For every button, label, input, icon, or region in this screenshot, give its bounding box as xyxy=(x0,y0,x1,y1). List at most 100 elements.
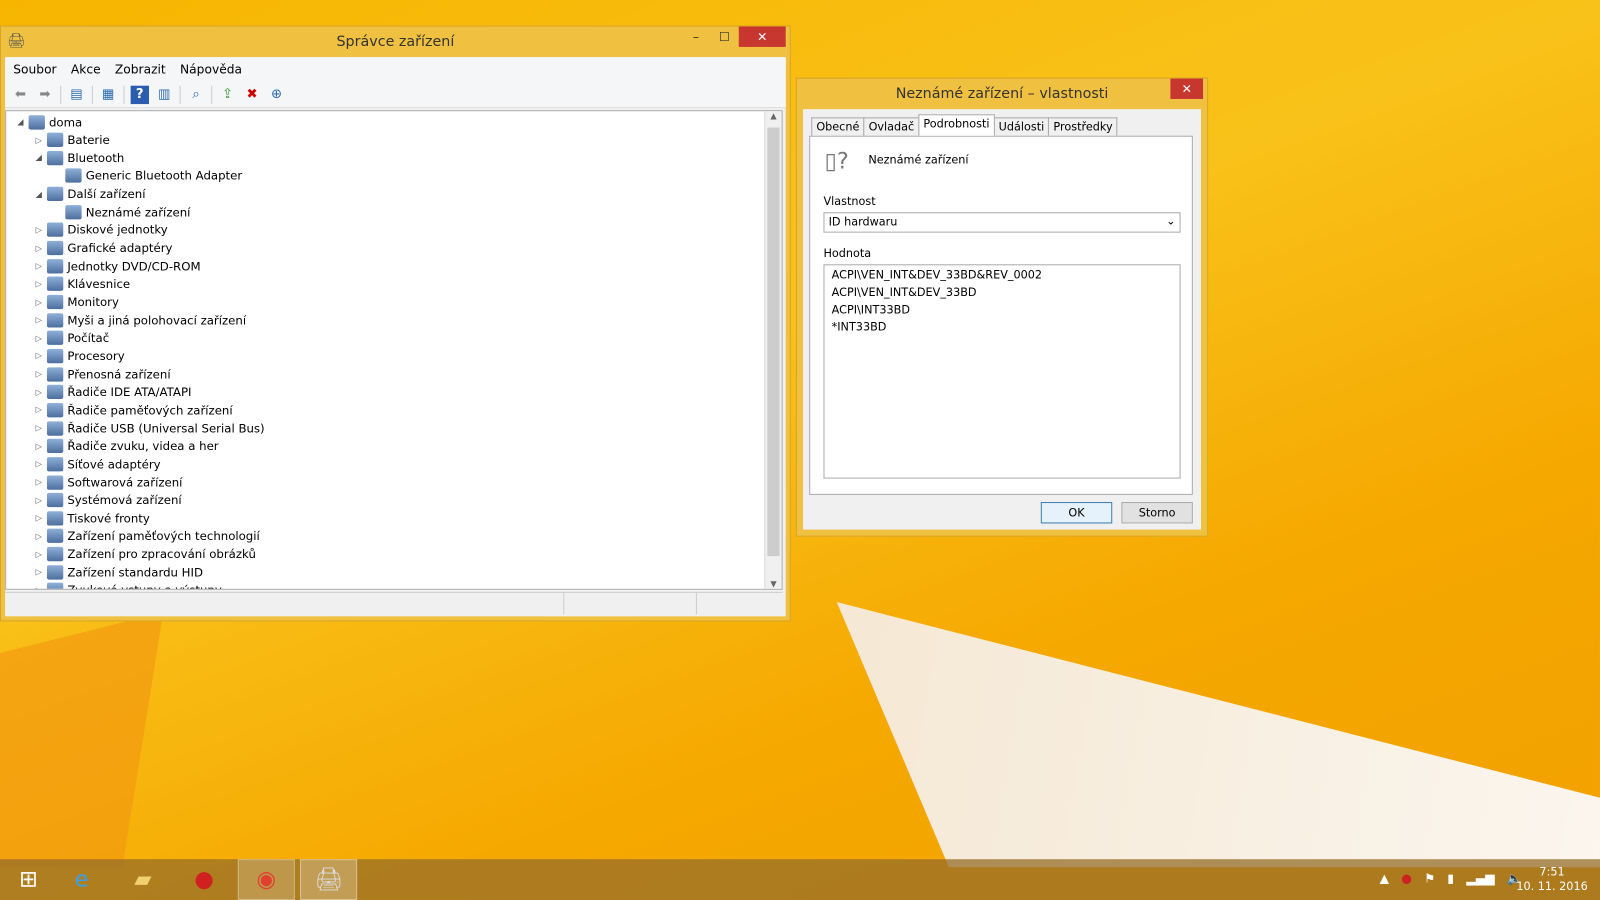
collapsed-arrow-icon[interactable]: ▷ xyxy=(33,532,45,541)
clock[interactable]: 7:51 10. 11. 2016 xyxy=(1516,865,1587,894)
tree-node[interactable]: ▷ Jednotky DVD/CD-ROM xyxy=(33,257,201,274)
collapsed-arrow-icon[interactable]: ▷ xyxy=(33,514,45,523)
menu-zobrazit[interactable]: Zobrazit xyxy=(115,62,166,76)
collapsed-arrow-icon[interactable]: ▷ xyxy=(33,333,45,342)
list-item[interactable]: ACPI\VEN_INT&DEV_33BD&REV_0002 xyxy=(832,268,1173,285)
collapsed-arrow-icon[interactable]: ▷ xyxy=(33,460,45,469)
collapsed-arrow-icon[interactable]: ▷ xyxy=(33,135,45,144)
collapsed-arrow-icon[interactable]: ▷ xyxy=(33,424,45,433)
tree-node[interactable]: ▷ Zvukové vstupy a výstupy xyxy=(33,582,222,589)
tree-node[interactable]: ▷ Řadiče USB (Universal Serial Bus) xyxy=(33,419,265,436)
scan-hardware-icon[interactable]: ⌕ xyxy=(187,85,205,103)
collapsed-arrow-icon[interactable]: ▷ xyxy=(33,279,45,288)
title-bar[interactable]: 🖨 Správce zařízení – ☐ ✕ xyxy=(1,26,790,58)
app-red-icon[interactable]: ● xyxy=(176,859,233,900)
collapsed-arrow-icon[interactable]: ▷ xyxy=(33,261,45,270)
back-icon[interactable]: ⬅ xyxy=(11,85,29,103)
internet-explorer-icon[interactable]: e xyxy=(53,859,110,900)
dialog-title-bar[interactable]: Neznámé zařízení – vlastnosti ✕ xyxy=(797,78,1207,110)
list-item[interactable]: *INT33BD xyxy=(832,320,1173,337)
uninstall-icon[interactable]: ✖ xyxy=(243,85,261,103)
tree-node[interactable]: ◢ Další zařízení xyxy=(33,185,145,202)
scrollbar-thumb[interactable] xyxy=(767,127,780,557)
list-item[interactable]: ACPI\INT33BD xyxy=(832,303,1173,320)
expanded-arrow-icon[interactable]: ◢ xyxy=(33,153,45,162)
cancel-button[interactable]: Storno xyxy=(1121,502,1193,524)
tree-node[interactable]: ▷ Počítač xyxy=(33,329,109,346)
collapsed-arrow-icon[interactable]: ▷ xyxy=(33,225,45,234)
ok-button[interactable]: OK xyxy=(1040,502,1113,524)
tree-node[interactable]: ▷ Baterie xyxy=(33,131,110,148)
update-driver-icon[interactable]: ⇪ xyxy=(218,85,236,103)
collapsed-arrow-icon[interactable]: ▷ xyxy=(33,568,45,577)
tab-obecne[interactable]: Obecné xyxy=(811,117,865,136)
start-icon[interactable]: ⊞ xyxy=(0,859,57,900)
tree-node[interactable]: ▷ Tiskové fronty xyxy=(33,509,150,526)
forward-icon[interactable]: ➡ xyxy=(36,85,54,103)
collapsed-arrow-icon[interactable]: ▷ xyxy=(33,496,45,505)
action-center-flag-icon[interactable]: ⚑ xyxy=(1424,871,1435,885)
collapsed-arrow-icon[interactable]: ▷ xyxy=(33,586,45,589)
tree-node[interactable]: Neznámé zařízení xyxy=(51,203,190,220)
tree-node[interactable]: ◢ Bluetooth xyxy=(33,149,124,166)
tree-node[interactable]: ▷ Zařízení standardu HID xyxy=(33,564,203,581)
tree-node[interactable]: ▷ Grafické adaptéry xyxy=(33,239,172,256)
minimize-button[interactable]: – xyxy=(682,27,711,47)
tree-node[interactable]: ▷ Síťové adaptéry xyxy=(33,455,161,472)
collapsed-arrow-icon[interactable]: ▷ xyxy=(33,405,45,414)
battery-icon[interactable]: ▮ xyxy=(1447,871,1454,885)
collapsed-arrow-icon[interactable]: ▷ xyxy=(33,369,45,378)
collapsed-arrow-icon[interactable]: ▷ xyxy=(33,315,45,324)
device-manager-icon[interactable]: 🖨 xyxy=(299,859,358,900)
collapsed-arrow-icon[interactable]: ▷ xyxy=(33,478,45,487)
tree-node[interactable]: ▷ Řadiče paměťových zařízení xyxy=(33,401,233,418)
file-explorer-icon[interactable]: ▰ xyxy=(114,859,171,900)
show-hide-console-tree-icon[interactable]: ▤ xyxy=(67,85,85,103)
network-signal-icon[interactable]: ▂▄▆ xyxy=(1466,871,1494,885)
menu-soubor[interactable]: Soubor xyxy=(13,62,56,76)
tree-node[interactable]: ▷ Přenosná zařízení xyxy=(33,365,171,382)
tree-node[interactable]: ▷ Klávesnice xyxy=(33,275,130,292)
tree-node[interactable]: ▷ Řadiče IDE ATA/ATAPI xyxy=(33,383,191,400)
properties-icon[interactable]: ▦ xyxy=(99,85,117,103)
expanded-arrow-icon[interactable]: ◢ xyxy=(14,117,26,126)
collapsed-arrow-icon[interactable]: ▷ xyxy=(33,243,45,252)
menu-napoveda[interactable]: Nápověda xyxy=(180,62,242,76)
tree-node[interactable]: ▷ Procesory xyxy=(33,347,125,364)
tree-node[interactable]: ▷ Monitory xyxy=(33,293,119,310)
close-button[interactable]: ✕ xyxy=(738,26,786,47)
tree-node[interactable]: ▷ Diskové jednotky xyxy=(33,221,168,238)
value-list[interactable]: ACPI\VEN_INT&DEV_33BD&REV_0002 ACPI\VEN_… xyxy=(823,264,1181,479)
list-item[interactable]: ACPI\VEN_INT&DEV_33BD xyxy=(832,286,1173,303)
tree-node[interactable]: ▷ Zařízení pro zpracování obrázků xyxy=(33,545,256,562)
tray-app-icon[interactable]: ● xyxy=(1401,871,1412,885)
collapsed-arrow-icon[interactable]: ▷ xyxy=(33,387,45,396)
collapsed-arrow-icon[interactable]: ▷ xyxy=(33,442,45,451)
collapsed-arrow-icon[interactable]: ▷ xyxy=(33,297,45,306)
maximize-button[interactable]: ☐ xyxy=(710,27,739,47)
tree-node[interactable]: ▷ Myši a jiná polohovací zařízení xyxy=(33,311,246,328)
tree-node[interactable]: ▷ Systémová zařízení xyxy=(33,491,182,508)
vertical-scrollbar[interactable]: ▲ ▼ xyxy=(764,111,782,589)
chrome-icon[interactable]: ◉ xyxy=(237,859,295,900)
dialog-close-button[interactable]: ✕ xyxy=(1170,78,1204,99)
menu-akce[interactable]: Akce xyxy=(71,62,101,76)
monitor-icon xyxy=(46,294,64,310)
tree-node[interactable]: ▷ Řadiče zvuku, videa a her xyxy=(33,437,219,454)
tab-ovladac[interactable]: Ovladač xyxy=(863,117,920,136)
tree-node[interactable]: ◢ doma xyxy=(14,113,82,130)
enable-device-icon[interactable]: ⊕ xyxy=(267,85,285,103)
help-icon[interactable]: ? xyxy=(130,85,149,104)
property-select[interactable]: ID hardwaru ⌄ xyxy=(823,212,1181,233)
expanded-arrow-icon[interactable]: ◢ xyxy=(33,189,45,198)
action-pane-icon[interactable]: ▥ xyxy=(155,85,173,103)
tab-udalosti[interactable]: Události xyxy=(993,117,1050,136)
collapsed-arrow-icon[interactable]: ▷ xyxy=(33,351,45,360)
tree-node[interactable]: Generic Bluetooth Adapter xyxy=(51,167,242,184)
tab-prostredky[interactable]: Prostředky xyxy=(1048,117,1118,136)
tree-node[interactable]: ▷ Softwarová zařízení xyxy=(33,473,182,490)
collapsed-arrow-icon[interactable]: ▷ xyxy=(33,550,45,559)
show-hidden-icons-icon[interactable]: ▲ xyxy=(1380,871,1389,885)
tree-node[interactable]: ▷ Zařízení paměťových technologií xyxy=(33,527,260,544)
tab-podrobnosti[interactable]: Podrobnosti xyxy=(918,114,995,136)
